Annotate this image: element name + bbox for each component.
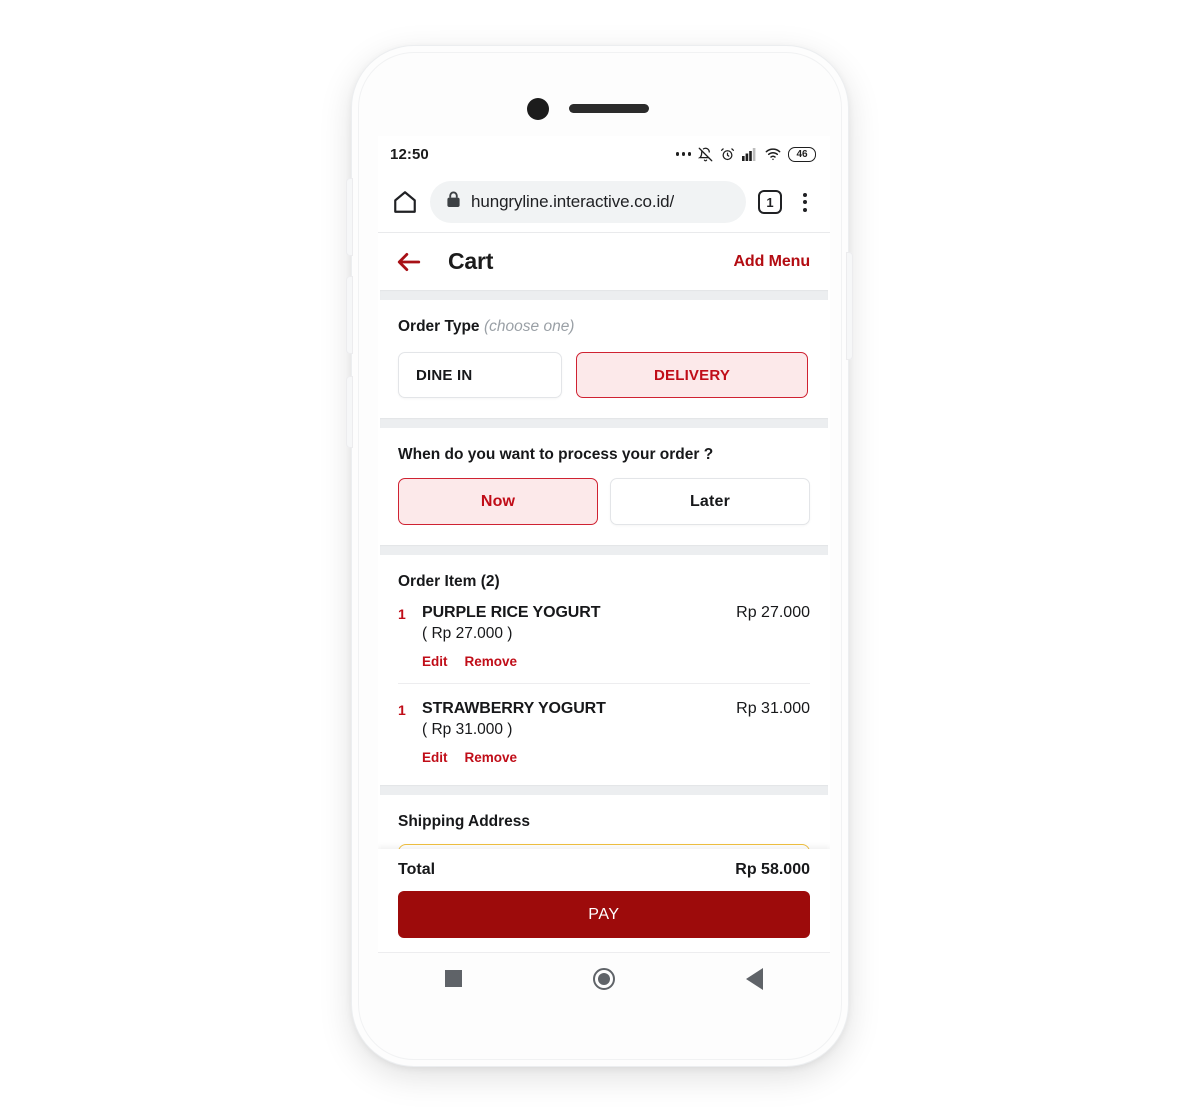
order-item-row: 1 STRAWBERRY YOGURT Rp 31.000 ( Rp 31.00… (398, 683, 810, 765)
order-item-total: Rp 31.000 (736, 700, 810, 717)
order-item-unit-price: ( Rp 31.000 ) (422, 721, 513, 738)
timing-option-now[interactable]: Now (398, 478, 598, 525)
phone-screen: 12:50 46 hungryline.interactive.co.id/ 1… (378, 136, 830, 1004)
arrow-left-icon[interactable] (396, 249, 422, 275)
wifi-icon (765, 147, 781, 161)
home-icon[interactable] (392, 189, 418, 215)
order-item-header: PURPLE RICE YOGURT Rp 27.000 (422, 604, 810, 622)
recents-button[interactable] (378, 970, 529, 987)
order-item-actions: Edit Remove (422, 654, 810, 669)
section-divider (380, 290, 828, 300)
lock-icon (446, 191, 461, 213)
order-type-heading: Order Type (choose one) (398, 318, 810, 336)
remove-item-button[interactable]: Remove (465, 750, 518, 765)
phone-top-hardware (352, 92, 848, 126)
checkout-footer: Total Rp 58.000 PAY (378, 849, 830, 952)
order-item-total: Rp 27.000 (736, 604, 810, 621)
order-item-quantity: 1 (398, 702, 406, 718)
section-divider (380, 418, 828, 428)
order-item-unit-price: ( Rp 27.000 ) (422, 625, 513, 642)
total-label: Total (398, 861, 436, 878)
order-item-row: 1 PURPLE RICE YOGURT Rp 27.000 ( Rp 27.0… (398, 591, 810, 669)
home-button[interactable] (529, 967, 680, 990)
order-timing-options: Now Later (398, 478, 810, 525)
cellular-signal-icon (742, 147, 758, 161)
front-camera-icon (527, 98, 549, 120)
order-item-name: STRAWBERRY YOGURT (422, 700, 606, 717)
order-item-details: STRAWBERRY YOGURT Rp 31.000 ( Rp 31.000 … (422, 700, 810, 765)
order-timing-section: When do you want to process your order ?… (378, 428, 830, 545)
browser-toolbar: hungryline.interactive.co.id/ 1 (378, 172, 830, 232)
order-type-hint: (choose one) (484, 318, 575, 335)
order-item-details: PURPLE RICE YOGURT Rp 27.000 ( Rp 27.000… (422, 604, 810, 669)
earpiece-speaker (569, 104, 649, 113)
page-title: Cart (448, 248, 494, 274)
shipping-address-title: Shipping Address (398, 813, 531, 830)
address-bar[interactable]: hungryline.interactive.co.id/ (430, 181, 746, 223)
screenshot-stage: 12:50 46 hungryline.interactive.co.id/ 1… (0, 0, 1200, 1116)
back-triangle-icon (746, 967, 764, 990)
order-type-option-dine-in[interactable]: DINE IN (398, 352, 562, 398)
side-button[interactable] (346, 376, 353, 448)
battery-indicator: 46 (788, 146, 816, 162)
android-navigation-bar (378, 952, 830, 1004)
url-text: hungryline.interactive.co.id/ (471, 192, 675, 211)
recents-square-icon (444, 970, 462, 987)
order-item-actions: Edit Remove (422, 750, 810, 765)
order-item-quantity: 1 (398, 606, 406, 622)
edit-item-button[interactable]: Edit (422, 654, 448, 669)
section-divider (380, 785, 828, 795)
pay-button[interactable]: PAY (398, 891, 810, 938)
order-timing-question: When do you want to process your order ? (398, 446, 714, 463)
total-amount: Rp 58.000 (735, 861, 810, 878)
status-bar: 12:50 46 (378, 136, 830, 172)
home-circle-icon (592, 967, 615, 990)
timing-option-later[interactable]: Later (610, 478, 810, 525)
order-item-name: PURPLE RICE YOGURT (422, 604, 601, 621)
status-icon-group: 46 (675, 146, 816, 162)
status-clock: 12:50 (390, 145, 429, 163)
back-button[interactable] (679, 967, 830, 990)
order-item-header: STRAWBERRY YOGURT Rp 31.000 (422, 700, 810, 718)
order-type-option-delivery[interactable]: DELIVERY (576, 352, 808, 398)
total-row: Total Rp 58.000 (398, 861, 810, 879)
order-items-title: Order Item (2) (398, 573, 500, 590)
tab-counter-button[interactable]: 1 (758, 190, 782, 214)
edit-item-button[interactable]: Edit (422, 750, 448, 765)
order-type-section: Order Type (choose one) DINE IN DELIVERY (378, 300, 830, 418)
section-divider (380, 545, 828, 555)
add-menu-button[interactable]: Add Menu (733, 253, 810, 271)
volume-down-button[interactable] (346, 276, 353, 354)
notifications-muted-icon (698, 147, 713, 162)
power-button[interactable] (846, 252, 853, 360)
order-items-section: Order Item (2) 1 PURPLE RICE YOGURT Rp 2… (378, 555, 830, 785)
order-type-options: DINE IN DELIVERY (398, 352, 810, 398)
remove-item-button[interactable]: Remove (465, 654, 518, 669)
browser-menu-icon[interactable] (794, 192, 816, 212)
alarm-icon (720, 147, 735, 162)
app-header: Cart Add Menu (378, 232, 830, 290)
volume-up-button[interactable] (346, 178, 353, 256)
more-dots-icon (675, 152, 691, 156)
order-type-label: Order Type (398, 318, 480, 335)
